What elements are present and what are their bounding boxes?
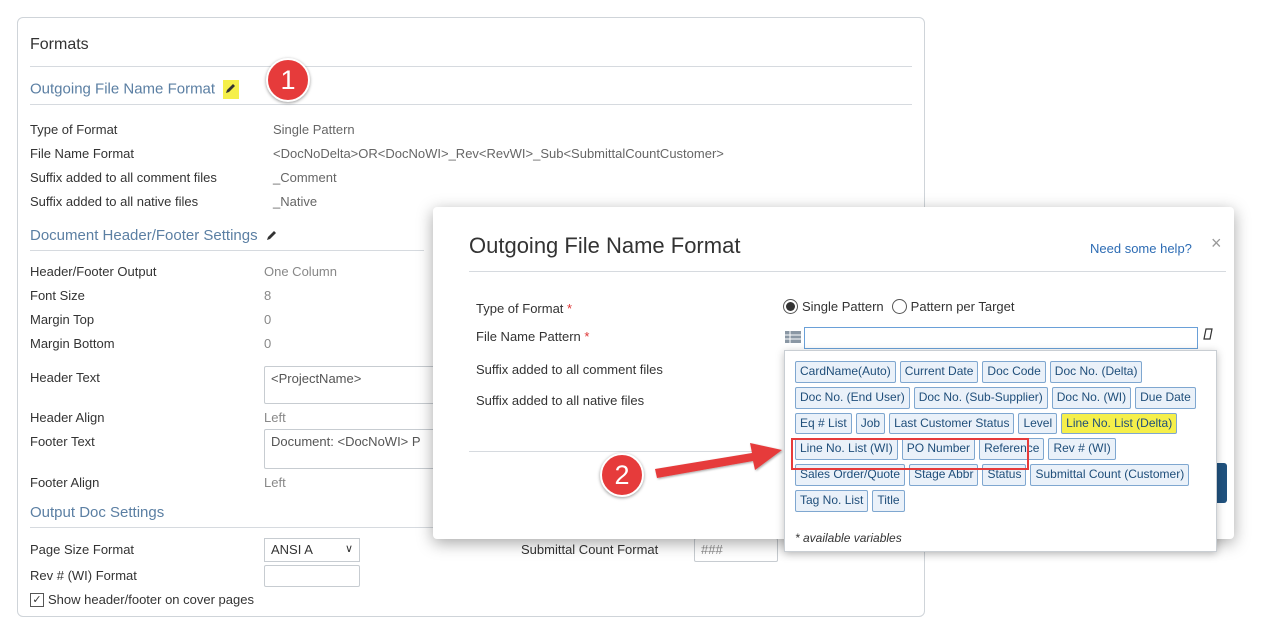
header-text-field[interactable]: <ProjectName> [264,366,444,404]
variable-chip[interactable]: Job [855,412,886,435]
outgoing-heading-text: Outgoing File Name Format [30,80,216,98]
single-pattern-label: Single Pattern [802,299,884,314]
comment-suffix-value: _Comment [273,170,337,185]
highlight-box [791,438,1029,470]
outgoing-section-heading: Outgoing File Name Format [30,80,240,99]
variable-chip[interactable]: Doc Code [982,361,1046,383]
file-name-format-value: <DocNoDelta>OR<DocNoWI>_Rev<RevWI>_Sub<S… [273,146,724,161]
step-badge-1: 1 [266,58,310,102]
hf-output-value: One Column [264,264,337,279]
header-align-value: Left [264,410,286,425]
help-link[interactable]: Need some help? [1090,241,1192,256]
variable-chip[interactable]: Line No. List (Delta) [1061,412,1178,435]
panel-title: Formats [30,36,89,53]
variables-popup: CardName(Auto) Current Date Doc Code Doc No… [784,350,1217,552]
variable-chip[interactable]: CardName(Auto) [795,361,896,383]
pattern-per-target-radio[interactable] [891,299,907,314]
variable-chip[interactable]: Current Date [899,361,979,383]
type-format-value: Single Pattern [273,122,355,137]
type-format-text: Type of Format [476,301,564,316]
margin-bottom-value: 0 [264,336,272,351]
margin-bottom-label: Margin Bottom [30,336,115,351]
format-type-radio-group: Single Pattern Pattern per Target [783,299,1015,314]
section-divider [30,104,912,105]
page-size-label: Page Size Format [30,542,135,557]
output-doc-heading: Output Doc Settings [30,504,165,521]
header-align-label: Header Align [30,410,105,425]
header-text-label: Header Text [30,370,100,385]
file-name-format-label: File Name Format [30,146,135,161]
submittal-count-label: Submittal Count Format [521,542,659,557]
required-mark: * [567,301,573,316]
type-format-label: Type of Format [30,122,118,137]
modal-divider [469,271,1226,272]
chevron-down-icon: ∨ [344,543,353,555]
file-name-pattern-input[interactable] [804,327,1198,349]
type-format-field-label: Type of Format * [476,301,572,316]
variable-chip-list: CardName(Auto) Current Date Doc Code Doc No… [795,361,1207,512]
pencil-icon[interactable] [223,80,240,99]
margin-top-value: 0 [264,312,272,327]
step-badge-2: 2 [600,453,644,497]
variable-chip[interactable]: Doc No. (End User) [795,386,910,409]
variable-chip[interactable]: Last Customer Status [889,412,1015,435]
available-variables-note: * available variables [795,531,902,545]
variable-chip[interactable]: Doc No. (WI) [1051,386,1132,409]
hf-output-label: Header/Footer Output [30,264,157,279]
variable-chip[interactable]: Rev # (WI) [1048,438,1116,461]
close-icon[interactable]: × [1211,233,1222,254]
cover-pages-label: Show header/footer on cover pages [48,592,254,607]
footer-text-label: Footer Text [30,434,95,449]
variable-chip[interactable]: Doc No. (Delta) [1049,361,1143,383]
file-pattern-text: File Name Pattern [476,329,581,344]
font-size-label: Font Size [30,288,85,303]
native-suffix-label: Suffix added to all native files [30,194,199,209]
checkbox-checked-icon[interactable]: ✓ [30,592,44,607]
pattern-per-target-label: Pattern per Target [910,299,1015,314]
file-pattern-field-label: File Name Pattern * [476,329,589,344]
page-size-select[interactable]: ANSI A ∨ [264,538,360,562]
save-button[interactable] [1217,463,1227,503]
modal-footer-divider [469,451,777,452]
comment-suffix-field-label: Suffix added to all comment files [476,362,663,377]
header-footer-heading: Document Header/Footer Settings [30,227,278,245]
pencil-icon[interactable] [266,228,278,245]
footer-align-label: Footer Align [30,475,100,490]
required-mark: * [584,329,590,344]
eraser-icon[interactable] [1203,328,1213,343]
section-divider [30,250,424,251]
single-pattern-radio[interactable] [783,299,798,314]
font-size-value: 8 [264,288,272,303]
header-footer-heading-text: Document Header/Footer Settings [30,227,258,244]
page-size-value: ANSI A [271,542,313,557]
variable-chip[interactable]: Level [1018,412,1058,435]
comment-suffix-label: Suffix added to all comment files [30,170,217,185]
native-suffix-field-label: Suffix added to all native files [476,393,645,408]
modal-title: Outgoing File Name Format [469,233,741,258]
variable-chip[interactable]: Eq # List [795,412,852,435]
title-divider [30,66,912,67]
rev-format-field[interactable] [264,565,360,587]
margin-top-label: Margin Top [30,312,95,327]
native-suffix-value: _Native [273,194,318,209]
variable-chip[interactable]: Title [872,489,905,512]
variable-list-icon[interactable] [783,327,803,347]
submittal-count-field[interactable]: ### [694,538,778,562]
footer-text-field[interactable]: Document: <DocNoWI> P [264,429,444,469]
rev-format-label: Rev # (WI) Format [30,568,137,583]
variable-chip[interactable]: Submittal Count (Customer) [1030,464,1190,486]
footer-align-value: Left [264,475,286,490]
cover-pages-checkbox-row[interactable]: ✓ Show header/footer on cover pages [30,592,254,607]
variable-chip[interactable]: Tag No. List [795,489,869,512]
variable-chip[interactable]: Due Date [1135,386,1196,409]
variable-chip[interactable]: Doc No. (Sub-Supplier) [913,386,1048,409]
